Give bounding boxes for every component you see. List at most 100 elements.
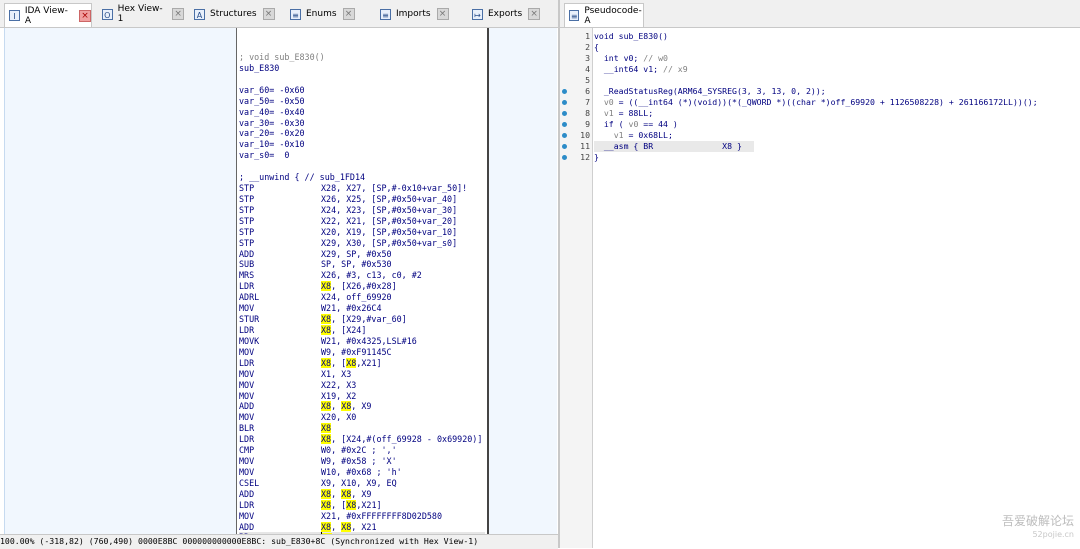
asm-label-line[interactable]: var_40= -0x40 [239, 107, 305, 118]
highlighted-register[interactable]: X8 [346, 357, 357, 368]
code-token: int v0; [594, 53, 644, 63]
asm-label-line[interactable]: var_30= -0x30 [239, 118, 305, 129]
asm-label-line[interactable]: var_s0= 0 [239, 150, 289, 161]
highlighted-register[interactable]: X8 [321, 401, 332, 412]
tab-exports[interactable]: ↦ Exports × [468, 4, 554, 24]
mnemonic: CMP [239, 445, 255, 456]
asm-label-line[interactable]: ; __unwind { // sub_1FD14 [239, 172, 365, 183]
mnemonic: STP [239, 237, 255, 248]
left-tab-bar: I IDA View-A × O Hex View-1 × A Structures × ≡ Enu… [0, 0, 558, 28]
operands: X29, SP, #0x50 [321, 249, 392, 260]
highlighted-register[interactable]: X8 [321, 521, 332, 532]
code-text: __asm { BR X8 } [594, 141, 754, 152]
tab-label: Exports [488, 9, 523, 19]
highlighted-register[interactable]: X8 [321, 357, 332, 368]
close-icon[interactable]: × [172, 8, 184, 20]
mnemonic: ADD [239, 248, 255, 259]
operand-text: , [X24,#(off_69928 - 0x69920)] [331, 434, 483, 445]
mnemonic: STP [239, 183, 255, 194]
highlighted-register[interactable]: X8 [341, 521, 352, 532]
tab-structures[interactable]: A Structures × [190, 4, 280, 24]
tab-enums[interactable]: ≡ Enums × [286, 4, 370, 24]
highlighted-register[interactable]: X8 [341, 401, 352, 412]
code-text: } [594, 152, 599, 163]
pseudocode-line[interactable]: 11 __asm { BR X8 } [560, 141, 1080, 152]
tab-imports[interactable]: ≡ Imports × [376, 4, 462, 24]
mnemonic: MOV [239, 379, 255, 390]
label-text: var_30= -0x30 [239, 117, 305, 128]
operand-text: W10, #0x68 ; 'h' [321, 466, 402, 477]
close-icon[interactable]: × [79, 9, 91, 22]
code-token: = 0x68LL; [623, 130, 673, 140]
asm-label-line[interactable]: var_50= -0x50 [239, 96, 305, 107]
right-tab-bar: ≡ Pseudocode-A [560, 0, 1080, 28]
highlighted-register[interactable]: X8 [321, 314, 332, 325]
pseudocode-line[interactable]: 6 _ReadStatusReg(ARM64_SYSREG(3, 3, 13, … [560, 86, 1080, 97]
operands: X9, X10, X9, EQ [321, 478, 397, 489]
operand-text: W9, #0xF91145C [321, 346, 392, 357]
variable-token[interactable]: v1 [604, 108, 614, 118]
close-icon[interactable]: × [342, 8, 355, 20]
pseudocode-line[interactable]: 2{ [560, 42, 1080, 53]
close-icon[interactable]: × [436, 8, 449, 20]
operands: X22, X21, [SP,#0x50+var_20] [321, 216, 457, 227]
highlighted-register[interactable]: X8 [321, 325, 332, 335]
pseudocode-icon: ≡ [569, 10, 580, 21]
tab-label: Imports [396, 9, 431, 19]
code-text: v1 = 88LL; [594, 108, 653, 119]
operand-text: X20, X19, [SP,#0x50+var_10] [321, 226, 458, 237]
asm-comment-line[interactable]: ; void sub_E830() [239, 52, 325, 63]
close-icon[interactable]: × [528, 8, 541, 20]
operands: X24, off_69920 [321, 292, 392, 303]
operands: X24, X23, [SP,#0x50+var_30] [321, 205, 457, 216]
operands: X28, X27, [SP,#-0x10+var_50]! [321, 183, 467, 194]
code-text: _ReadStatusReg(ARM64_SYSREG(3, 3, 13, 0,… [594, 86, 826, 97]
mnemonic: MOV [239, 510, 255, 521]
operands: W9, #0x58 ; 'X' [321, 456, 397, 467]
line-number: 6 [585, 86, 590, 96]
close-icon[interactable]: × [262, 8, 275, 20]
highlighted-register[interactable]: X8 [321, 488, 332, 499]
pseudocode-line[interactable]: 8 v1 = 88LL; [560, 108, 1080, 119]
highlighted-register[interactable]: X8 [321, 423, 332, 434]
label-text: var_40= -0x40 [239, 106, 305, 117]
variable-token[interactable]: v1 [614, 130, 624, 140]
line-number: 9 [585, 119, 590, 129]
tab-pseudocode-a[interactable]: ≡ Pseudocode-A [564, 3, 644, 27]
variable-token[interactable]: v0 [629, 119, 639, 129]
highlighted-register[interactable]: X8 [341, 488, 352, 499]
pseudocode-line[interactable]: 9 if ( v0 == 44 ) [560, 119, 1080, 130]
pseudocode-view[interactable]: 1 void sub_E830() 2{3 int v0; // w0 4 __int… [560, 28, 1080, 548]
operand-text: , X9 [351, 401, 372, 412]
highlighted-register[interactable]: X8 [346, 499, 357, 510]
variable-token[interactable]: v0 [604, 97, 614, 107]
ida-graph-view[interactable]: ; void sub_E830() sub_E830 var_60= -0x60 va… [0, 28, 558, 534]
asm-label-line[interactable]: var_20= -0x20 [239, 128, 305, 139]
tab-label: Enums [306, 9, 337, 19]
pseudocode-line[interactable]: 10 v1 = 0x68LL; [560, 130, 1080, 141]
mnemonic: SUB [239, 259, 255, 270]
highlighted-register[interactable]: X8 [321, 434, 332, 445]
tab-hex-view-1[interactable]: O Hex View-1 × [98, 4, 184, 24]
mnemonic: MOV [239, 412, 255, 423]
pseudocode-line[interactable]: 12} [560, 152, 1080, 163]
asm-label-line[interactable]: var_10= -0x10 [239, 139, 305, 150]
operands: W21, #0x26C4 [321, 303, 382, 314]
asm-label-line[interactable]: sub_E830 [239, 63, 279, 74]
operand-text: , X21 [351, 521, 377, 532]
pseudocode-line[interactable]: 5 [560, 75, 1080, 86]
operand-text: , [X24] [331, 325, 367, 335]
mnemonic: STP [239, 226, 255, 237]
highlighted-register[interactable]: X8 [321, 281, 332, 292]
pseudocode-line[interactable]: 4 __int64 v1; // x9 [560, 64, 1080, 75]
operand-text: W21, #0x4325,LSL#16 [321, 335, 417, 346]
highlighted-register[interactable]: X8 [321, 499, 332, 510]
asm-label-line[interactable]: var_60= -0x60 [239, 85, 305, 96]
pseudocode-line[interactable]: 7 v0 = ((__int64 (*)(void))(*(_QWORD *)(… [560, 97, 1080, 108]
pseudocode-line[interactable]: 3 int v0; // w0 [560, 53, 1080, 64]
code-token: __asm { BR X8 } [594, 141, 742, 151]
pseudocode-line[interactable]: 1 void sub_E830() [560, 31, 1080, 42]
function-node-sub-e830[interactable]: ; void sub_E830() sub_E830 var_60= -0x60 va… [236, 28, 489, 534]
tab-ida-view-a[interactable]: I IDA View-A × [4, 3, 92, 27]
